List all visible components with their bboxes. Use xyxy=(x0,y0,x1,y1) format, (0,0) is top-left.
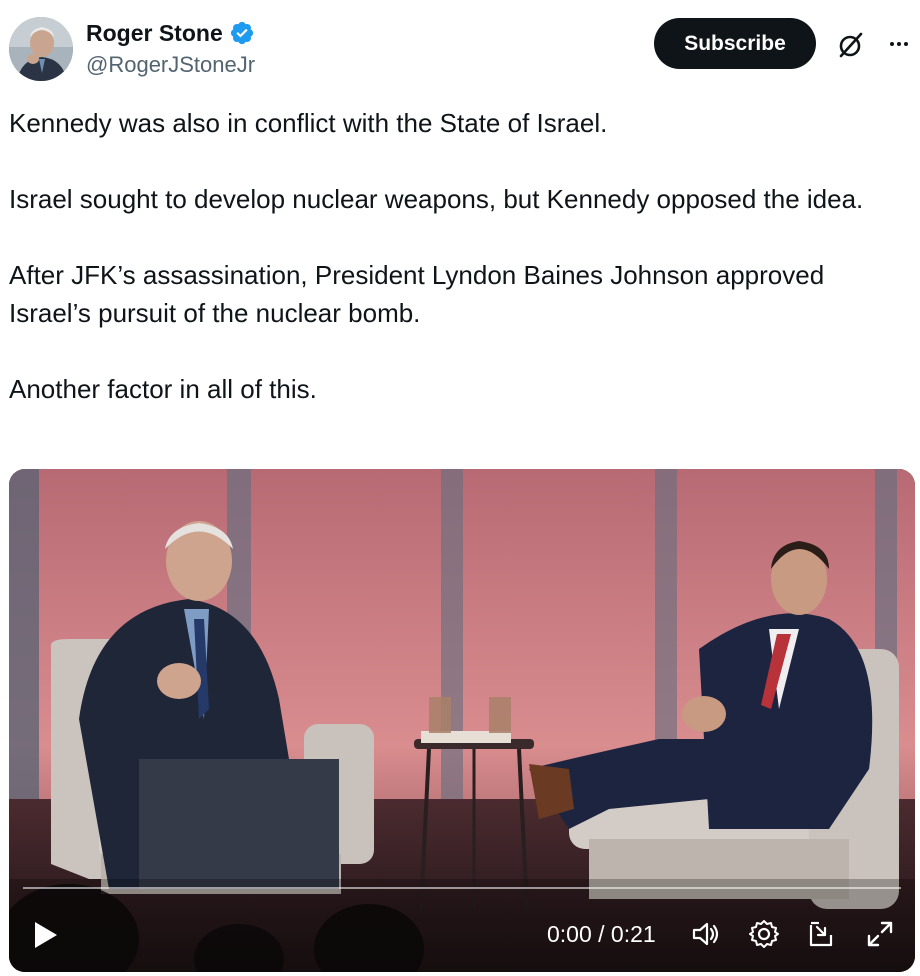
more-icon[interactable] xyxy=(882,30,916,58)
tweet-paragraph-3: After JFK’s assassination, President Lyn… xyxy=(9,260,825,328)
avatar[interactable] xyxy=(9,17,73,81)
more-dot xyxy=(890,42,894,46)
fullscreen-icon[interactable] xyxy=(863,917,897,951)
handle[interactable]: @RogerJStoneJr xyxy=(86,50,255,80)
verified-badge-icon xyxy=(230,21,253,45)
grok-icon[interactable] xyxy=(834,28,868,62)
picture-in-picture-icon[interactable] xyxy=(805,917,839,951)
time-display: 0:00 / 0:21 xyxy=(547,921,656,947)
tweet-paragraph-1: Kennedy was also in conflict with the St… xyxy=(9,108,608,138)
tweet-header: Roger Stone @RogerJStoneJr Subscribe xyxy=(0,0,920,100)
video-controls: 0:00 / 0:21 xyxy=(9,899,915,969)
more-dot xyxy=(904,42,908,46)
name-row: Roger Stone xyxy=(86,18,255,48)
more-dot xyxy=(897,42,901,46)
display-name[interactable]: Roger Stone xyxy=(86,18,223,48)
author-block: Roger Stone @RogerJStoneJr xyxy=(86,18,255,80)
settings-icon[interactable] xyxy=(747,917,781,951)
video-player[interactable]: 0:00 / 0:21 xyxy=(9,469,915,972)
volume-icon[interactable] xyxy=(689,917,723,951)
video-frame xyxy=(9,469,915,972)
tweet-text: Kennedy was also in conflict with the St… xyxy=(9,104,909,408)
subscribe-button[interactable]: Subscribe xyxy=(654,18,816,69)
tweet-paragraph-2: Israel sought to develop nuclear weapons… xyxy=(9,184,864,214)
tweet-paragraph-4: Another factor in all of this. xyxy=(9,374,317,404)
progress-bar[interactable] xyxy=(23,887,901,889)
play-icon[interactable] xyxy=(27,917,63,953)
